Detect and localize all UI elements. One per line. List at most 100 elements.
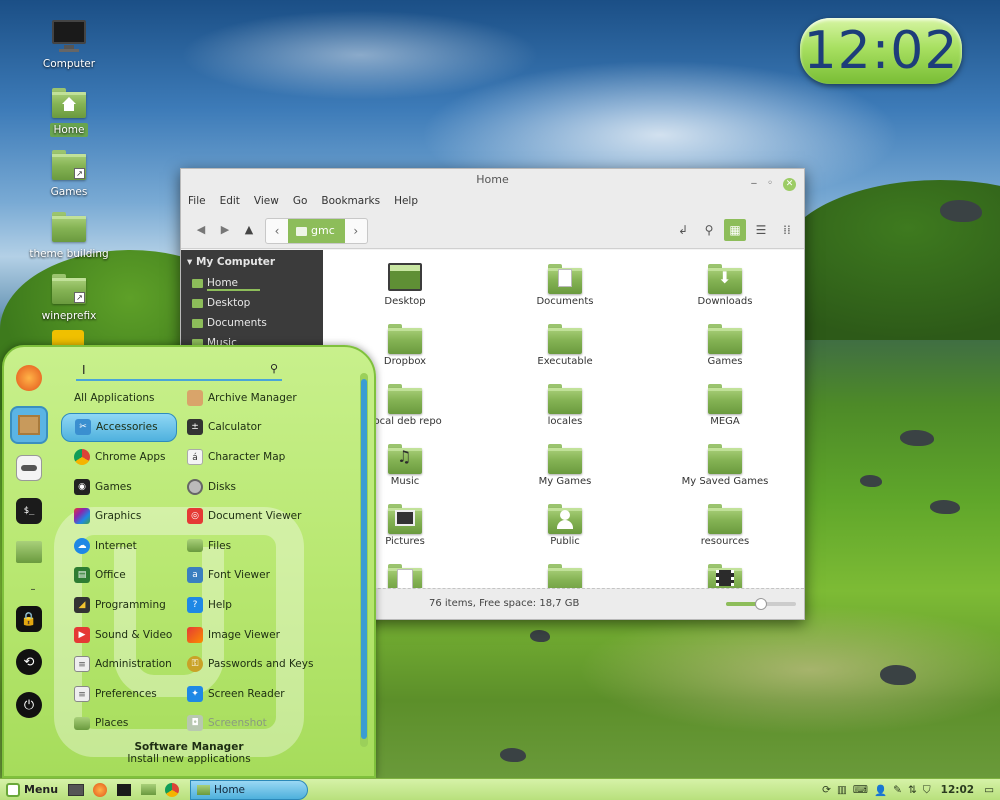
category-games[interactable]: ◉ Games — [61, 472, 181, 502]
close-icon[interactable]: ✕ — [783, 177, 796, 191]
menu-scrollbar[interactable] — [360, 373, 368, 747]
back-icon[interactable]: ◀ — [189, 223, 213, 236]
settings-icon[interactable] — [16, 455, 42, 481]
file-item-resources[interactable]: resources — [655, 500, 795, 547]
app-character-map[interactable]: á Character Map — [187, 442, 367, 472]
app-calculator[interactable]: ± Calculator — [187, 413, 367, 443]
software-manager-icon[interactable] — [12, 408, 46, 442]
category-sound-video[interactable]: ▶ Sound & Video — [61, 620, 181, 650]
minimize-icon[interactable]: ‒ — [751, 173, 757, 195]
app-help[interactable]: ? Help — [187, 590, 367, 620]
app-document-viewer[interactable]: ◎ Document Viewer — [187, 501, 367, 531]
user-icon[interactable]: 👤 — [874, 784, 887, 797]
category-places[interactable]: Places — [61, 709, 181, 739]
app-image-viewer[interactable]: Image Viewer — [187, 620, 367, 650]
list-view-icon[interactable]: ☰ — [750, 219, 772, 241]
compact-view-icon[interactable]: ⁞⁞ — [776, 219, 798, 241]
up-icon[interactable]: ▲ — [237, 223, 261, 236]
search-input[interactable]: I — [82, 363, 86, 377]
files-launcher-icon[interactable] — [137, 781, 159, 799]
taskbar-clock[interactable]: 12:02 — [941, 784, 974, 796]
menu-button[interactable]: Menu — [0, 782, 64, 797]
lock-screen-icon[interactable]: 🔒 — [16, 606, 42, 632]
chrome-launcher-icon[interactable] — [161, 781, 183, 799]
maximize-icon[interactable]: ◦ — [767, 173, 773, 195]
power-icon[interactable]: ⏻ — [16, 692, 42, 718]
file-item-videos[interactable] — [655, 560, 795, 590]
app-screen-reader[interactable]: ✦ Screen Reader — [187, 679, 367, 709]
file-item-mega[interactable]: MEGA — [655, 380, 795, 427]
firefox-launcher-icon[interactable] — [89, 781, 111, 799]
menu-edit[interactable]: Edit — [220, 195, 240, 207]
file-item-folder[interactable] — [495, 560, 635, 590]
menu-search[interactable]: I ⚲ — [76, 359, 282, 381]
desktop-icon-games[interactable]: ↗ Games — [24, 146, 114, 199]
category-programming[interactable]: ◢ Programming — [61, 590, 181, 620]
app-disks[interactable]: Disks — [187, 472, 367, 502]
file-item-games[interactable]: Games — [655, 320, 795, 367]
breadcrumb-left-icon[interactable]: ‹ — [266, 219, 288, 243]
zoom-slider-handle[interactable] — [755, 598, 767, 610]
category-accessories[interactable]: ✂ Accessories — [61, 412, 177, 443]
app-passwords-and-keys[interactable]: ⚿ Passwords and Keys — [187, 649, 367, 679]
file-item-my-saved-games[interactable]: My Saved Games — [655, 440, 795, 487]
app-font-viewer[interactable]: a Font Viewer — [187, 561, 367, 591]
file-item-executable[interactable]: Executable — [495, 320, 635, 367]
taskbar-window-label: Home — [214, 783, 246, 796]
logout-icon[interactable]: ⟲ — [16, 649, 42, 675]
file-item-locales[interactable]: locales — [495, 380, 635, 427]
firefox-icon[interactable] — [16, 365, 42, 391]
window-titlebar[interactable]: Home ‒ ◦ ✕ — [181, 169, 804, 191]
menu-bookmarks[interactable]: Bookmarks — [321, 195, 380, 207]
sidebar-item-home[interactable]: Home — [181, 274, 323, 294]
category-preferences[interactable]: ≡ Preferences — [61, 679, 181, 709]
menu-help[interactable]: Help — [394, 195, 418, 207]
zoom-slider[interactable] — [726, 598, 796, 610]
sidebar-section-header[interactable]: ▾ My Computer — [181, 250, 323, 274]
search-icon[interactable]: ⚲ — [698, 219, 720, 241]
menu-go[interactable]: Go — [293, 195, 308, 207]
file-item-downloads[interactable]: ⬇ Downloads — [655, 260, 795, 307]
taskbar-window-home[interactable]: Home — [190, 779, 308, 800]
update-icon[interactable]: ⟳ — [822, 784, 831, 796]
location-toggle-icon[interactable]: ↲ — [672, 219, 694, 241]
show-desktop-icon[interactable] — [65, 781, 87, 799]
category-office[interactable]: ▤ Office — [61, 561, 181, 591]
network-icon[interactable]: ⇅ — [908, 784, 917, 796]
category-administration[interactable]: ≡ Administration — [61, 649, 181, 679]
desktop-icon-computer[interactable]: Computer — [24, 18, 114, 71]
terminal-launcher-icon[interactable] — [113, 781, 135, 799]
desktop-icon-theme-building[interactable]: theme building — [24, 208, 114, 261]
category-graphics[interactable]: Graphics — [61, 501, 181, 531]
file-item-public[interactable]: Public — [495, 500, 635, 547]
icon-view-icon[interactable]: ▦ — [724, 219, 746, 241]
menu-file[interactable]: File — [188, 195, 206, 207]
file-item-desktop[interactable]: Desktop — [335, 260, 475, 307]
breadcrumb-right-icon[interactable]: › — [345, 219, 367, 243]
notes-icon[interactable]: ▥ — [837, 784, 847, 796]
sidebar-item-desktop[interactable]: Desktop — [181, 294, 323, 314]
menu-scrollbar-thumb[interactable] — [361, 379, 367, 739]
category-internet[interactable]: ☁ Internet — [61, 531, 181, 561]
app-files[interactable]: Files — [187, 531, 367, 561]
app-screenshot[interactable]: ◘ Screenshot — [187, 709, 367, 739]
shield-icon[interactable]: ⛉ — [923, 784, 931, 797]
app-archive-manager[interactable]: Archive Manager — [187, 383, 367, 413]
desktop-icon-wineprefix[interactable]: ↗ wineprefix — [24, 270, 114, 323]
files-icon[interactable] — [16, 541, 42, 563]
desktop-icon-home[interactable]: Home — [24, 84, 114, 137]
software-manager-hint[interactable]: Software Manager Install new application… — [104, 741, 274, 765]
desktop-icon-partial[interactable] — [52, 330, 84, 346]
forward-icon[interactable]: ▶ — [213, 223, 237, 236]
category-chrome-apps[interactable]: Chrome Apps — [61, 442, 181, 472]
menu-view[interactable]: View — [254, 195, 279, 207]
file-item-my-games[interactable]: My Games — [495, 440, 635, 487]
file-item-documents[interactable]: Documents — [495, 260, 635, 307]
pen-icon[interactable]: ✎ — [893, 784, 902, 796]
keyboard-icon[interactable]: ⌨ — [853, 784, 868, 796]
terminal-icon[interactable]: $_ — [16, 498, 42, 524]
category-all-applications[interactable]: All Applications — [61, 383, 181, 413]
workspace-icon[interactable]: ▭ — [984, 784, 994, 796]
breadcrumb-current[interactable]: gmc — [288, 219, 345, 243]
sidebar-item-documents[interactable]: Documents — [181, 314, 323, 334]
